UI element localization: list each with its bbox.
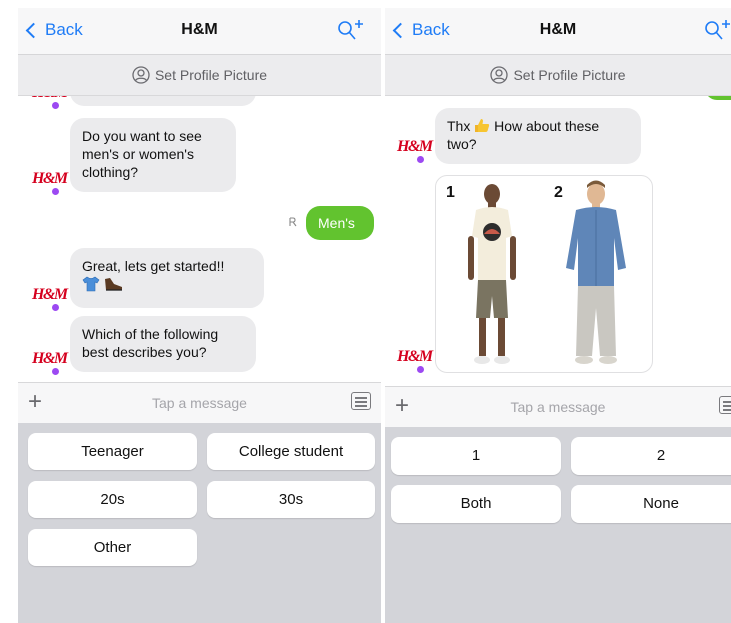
chat-screen-right: Back H&M Set Profile Picture Thx How abo… bbox=[385, 8, 731, 623]
set-profile-picture-button[interactable]: Set Profile Picture bbox=[18, 55, 381, 96]
message-bubble-bot: Thx How about these two? bbox=[435, 108, 641, 164]
bot-avatar: H&M bbox=[397, 348, 433, 374]
presence-dot bbox=[416, 365, 425, 374]
message-text: Great, lets get started!! bbox=[82, 258, 225, 274]
user-circle-icon bbox=[490, 66, 509, 84]
user-circle-icon bbox=[132, 66, 150, 84]
page-title: H&M bbox=[539, 21, 577, 38]
quick-reply-college-student[interactable]: College student bbox=[207, 433, 375, 470]
profile-label: Set Profile Picture bbox=[513, 67, 626, 83]
presence-dot bbox=[51, 187, 60, 196]
bot-avatar: H&M bbox=[32, 96, 68, 110]
message-input[interactable] bbox=[62, 387, 337, 419]
menu-icon[interactable] bbox=[719, 396, 731, 414]
message-list: H&M Do you want to see men's or women's … bbox=[18, 96, 381, 387]
quick-reply-teenager[interactable]: Teenager bbox=[28, 433, 197, 470]
composer-bar: + bbox=[385, 386, 731, 428]
bot-avatar: H&M bbox=[32, 170, 68, 196]
message-input[interactable] bbox=[429, 391, 687, 423]
chat-screen-left: Back H&M Set Profile Picture H&M Do you … bbox=[18, 8, 381, 623]
message-list: Thx How about these two? H&M 1 2 H&M bbox=[385, 96, 731, 393]
composer-bar: + bbox=[18, 382, 381, 424]
delivered-icon bbox=[289, 217, 297, 227]
set-profile-picture-button[interactable]: Set Profile Picture bbox=[385, 55, 731, 96]
page-title: H&M bbox=[181, 21, 218, 38]
message-text: Thx bbox=[447, 118, 471, 134]
shoe-emoji bbox=[104, 278, 122, 291]
menu-icon[interactable] bbox=[351, 392, 371, 410]
bot-avatar: H&M bbox=[32, 286, 68, 312]
photo-label: 1 bbox=[446, 184, 455, 201]
add-people-icon[interactable] bbox=[336, 18, 366, 42]
message-bubble-user: Men's bbox=[306, 206, 374, 240]
message-bubble-bot: Great, lets get started!! bbox=[70, 248, 264, 308]
quick-reply-none[interactable]: None bbox=[571, 485, 731, 523]
product-image[interactable]: 1 2 bbox=[435, 175, 653, 373]
bot-avatar: H&M bbox=[32, 350, 68, 376]
bot-avatar: H&M bbox=[397, 138, 433, 164]
plus-icon[interactable]: + bbox=[395, 394, 409, 418]
tshirt-emoji bbox=[82, 276, 100, 292]
quick-reply-other[interactable]: Other bbox=[28, 529, 197, 566]
add-people-icon[interactable] bbox=[703, 18, 731, 42]
presence-dot bbox=[51, 303, 60, 312]
message-bubble-partial bbox=[705, 96, 731, 100]
model-1-figure bbox=[468, 184, 516, 364]
quick-reply-30s[interactable]: 30s bbox=[207, 481, 375, 518]
quick-reply-2[interactable]: 2 bbox=[571, 437, 731, 475]
model-2-figure bbox=[566, 180, 626, 364]
quick-reply-20s[interactable]: 20s bbox=[28, 481, 197, 518]
message-bubble-bot: Do you want to see men's or women's clot… bbox=[70, 118, 236, 192]
presence-dot bbox=[416, 155, 425, 164]
presence-dot bbox=[51, 101, 60, 110]
message-bubble-bot: Which of the following best describes yo… bbox=[70, 316, 256, 372]
thumbs-up-emoji bbox=[475, 119, 490, 132]
message-text: How about these two? bbox=[447, 118, 600, 152]
quick-replies: Teenager College student 20s 30s Other bbox=[18, 423, 381, 623]
quick-reply-both[interactable]: Both bbox=[391, 485, 561, 523]
quick-reply-1[interactable]: 1 bbox=[391, 437, 561, 475]
message-bubble-partial bbox=[70, 96, 256, 106]
profile-label: Set Profile Picture bbox=[154, 67, 268, 83]
presence-dot bbox=[51, 367, 60, 376]
nav-bar: Back H&M bbox=[18, 8, 381, 55]
nav-bar: Back H&M bbox=[385, 8, 731, 55]
plus-icon[interactable]: + bbox=[28, 390, 42, 414]
quick-replies: 1 2 Both None bbox=[385, 427, 731, 623]
